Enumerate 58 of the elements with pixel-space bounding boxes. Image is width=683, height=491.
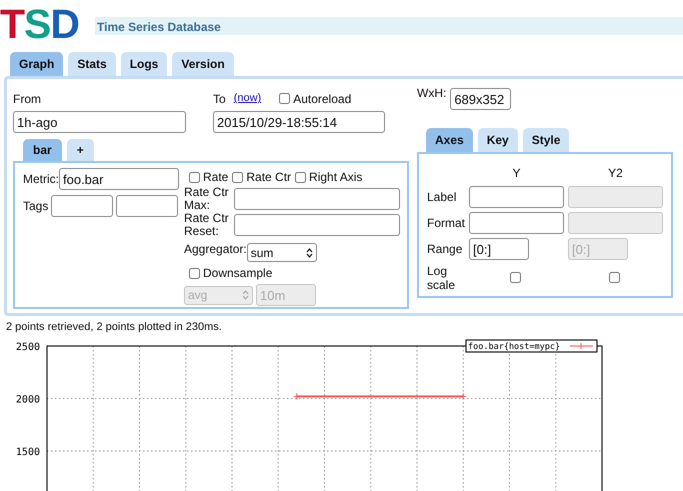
axis-row-label: Label: [427, 190, 456, 204]
query-tab[interactable]: +: [66, 139, 94, 161]
query-tab[interactable]: bar: [23, 139, 62, 161]
option-label: Rate: [203, 169, 228, 186]
y-tick-label: 2000: [16, 394, 40, 405]
logo-letter: D: [50, 1, 80, 47]
from-field[interactable]: 1h-ago: [13, 111, 186, 133]
option-checkbox[interactable]: [189, 172, 200, 182]
axis-column-header: Y: [512, 166, 521, 180]
tab[interactable]: Version: [172, 52, 234, 76]
updown-icon: [306, 248, 313, 258]
tag-key-field[interactable]: [51, 195, 113, 217]
tag-value-field[interactable]: [116, 195, 178, 217]
axis-row-label: Format: [427, 216, 466, 230]
metric-field[interactable]: foo.bar: [59, 168, 179, 190]
y-tick-label: 2500: [16, 342, 40, 352]
axis-field[interactable]: [469, 186, 564, 208]
axes-tab[interactable]: Style: [522, 128, 570, 152]
autoreload-checkbox[interactable]: [279, 93, 290, 104]
downsample-label: Downsample: [203, 265, 272, 282]
logo-letter: T: [0, 1, 24, 47]
log-scale-checkbox[interactable]: [510, 272, 521, 283]
autoreload-label: Autoreload: [293, 90, 352, 108]
option-label: Right Axis: [309, 169, 362, 186]
axis-row-label: Log scale: [427, 264, 456, 292]
axes-tab[interactable]: Axes: [426, 128, 473, 152]
rate-ctr-max-field[interactable]: [234, 188, 400, 210]
option-label: Rate Ctr: [246, 169, 292, 186]
axes-tab[interactable]: Key: [478, 128, 518, 152]
log-scale-checkbox[interactable]: [608, 272, 620, 283]
axis-row-label: Range: [427, 242, 462, 256]
legend-label: foo.bar{host=mypc}: [468, 342, 560, 352]
logo-letter: S: [24, 1, 50, 47]
now-link[interactable]: (now): [234, 90, 262, 107]
metric-label: Metric:: [23, 171, 59, 188]
rate-ctr-max-label: Rate Ctr Max:: [184, 186, 230, 212]
axis-field[interactable]: [469, 212, 564, 234]
updown-icon: [242, 290, 249, 300]
y-tick-label: 1500: [16, 446, 40, 458]
size-field[interactable]: 689x352: [450, 88, 512, 110]
aggregator-select[interactable]: sum: [246, 243, 317, 262]
tab[interactable]: Graph: [10, 52, 64, 76]
option-checkbox[interactable]: [295, 172, 306, 182]
axis-column-header: Y2: [608, 166, 623, 180]
tags-label: Tags: [23, 198, 48, 215]
status-text: 2 points retrieved, 2 points plotted in 230ms.: [6, 320, 223, 335]
rate-ctr-reset-field[interactable]: [234, 214, 400, 236]
to-field[interactable]: 2015/10/29-18:55:14: [213, 111, 385, 133]
aggregator-label: Aggregator:: [184, 241, 247, 258]
tab[interactable]: Stats: [68, 52, 116, 76]
axis-field[interactable]: [0:]: [469, 238, 530, 260]
app-title: Time Series Database: [95, 17, 683, 35]
to-label: To: [213, 90, 226, 108]
size-label: WxH:: [417, 85, 446, 102]
tab[interactable]: Logs: [120, 52, 168, 76]
option-checkbox[interactable]: [232, 172, 244, 182]
from-label: From: [13, 90, 42, 108]
rate-ctr-reset-label: Rate Ctr Reset:: [184, 212, 230, 238]
